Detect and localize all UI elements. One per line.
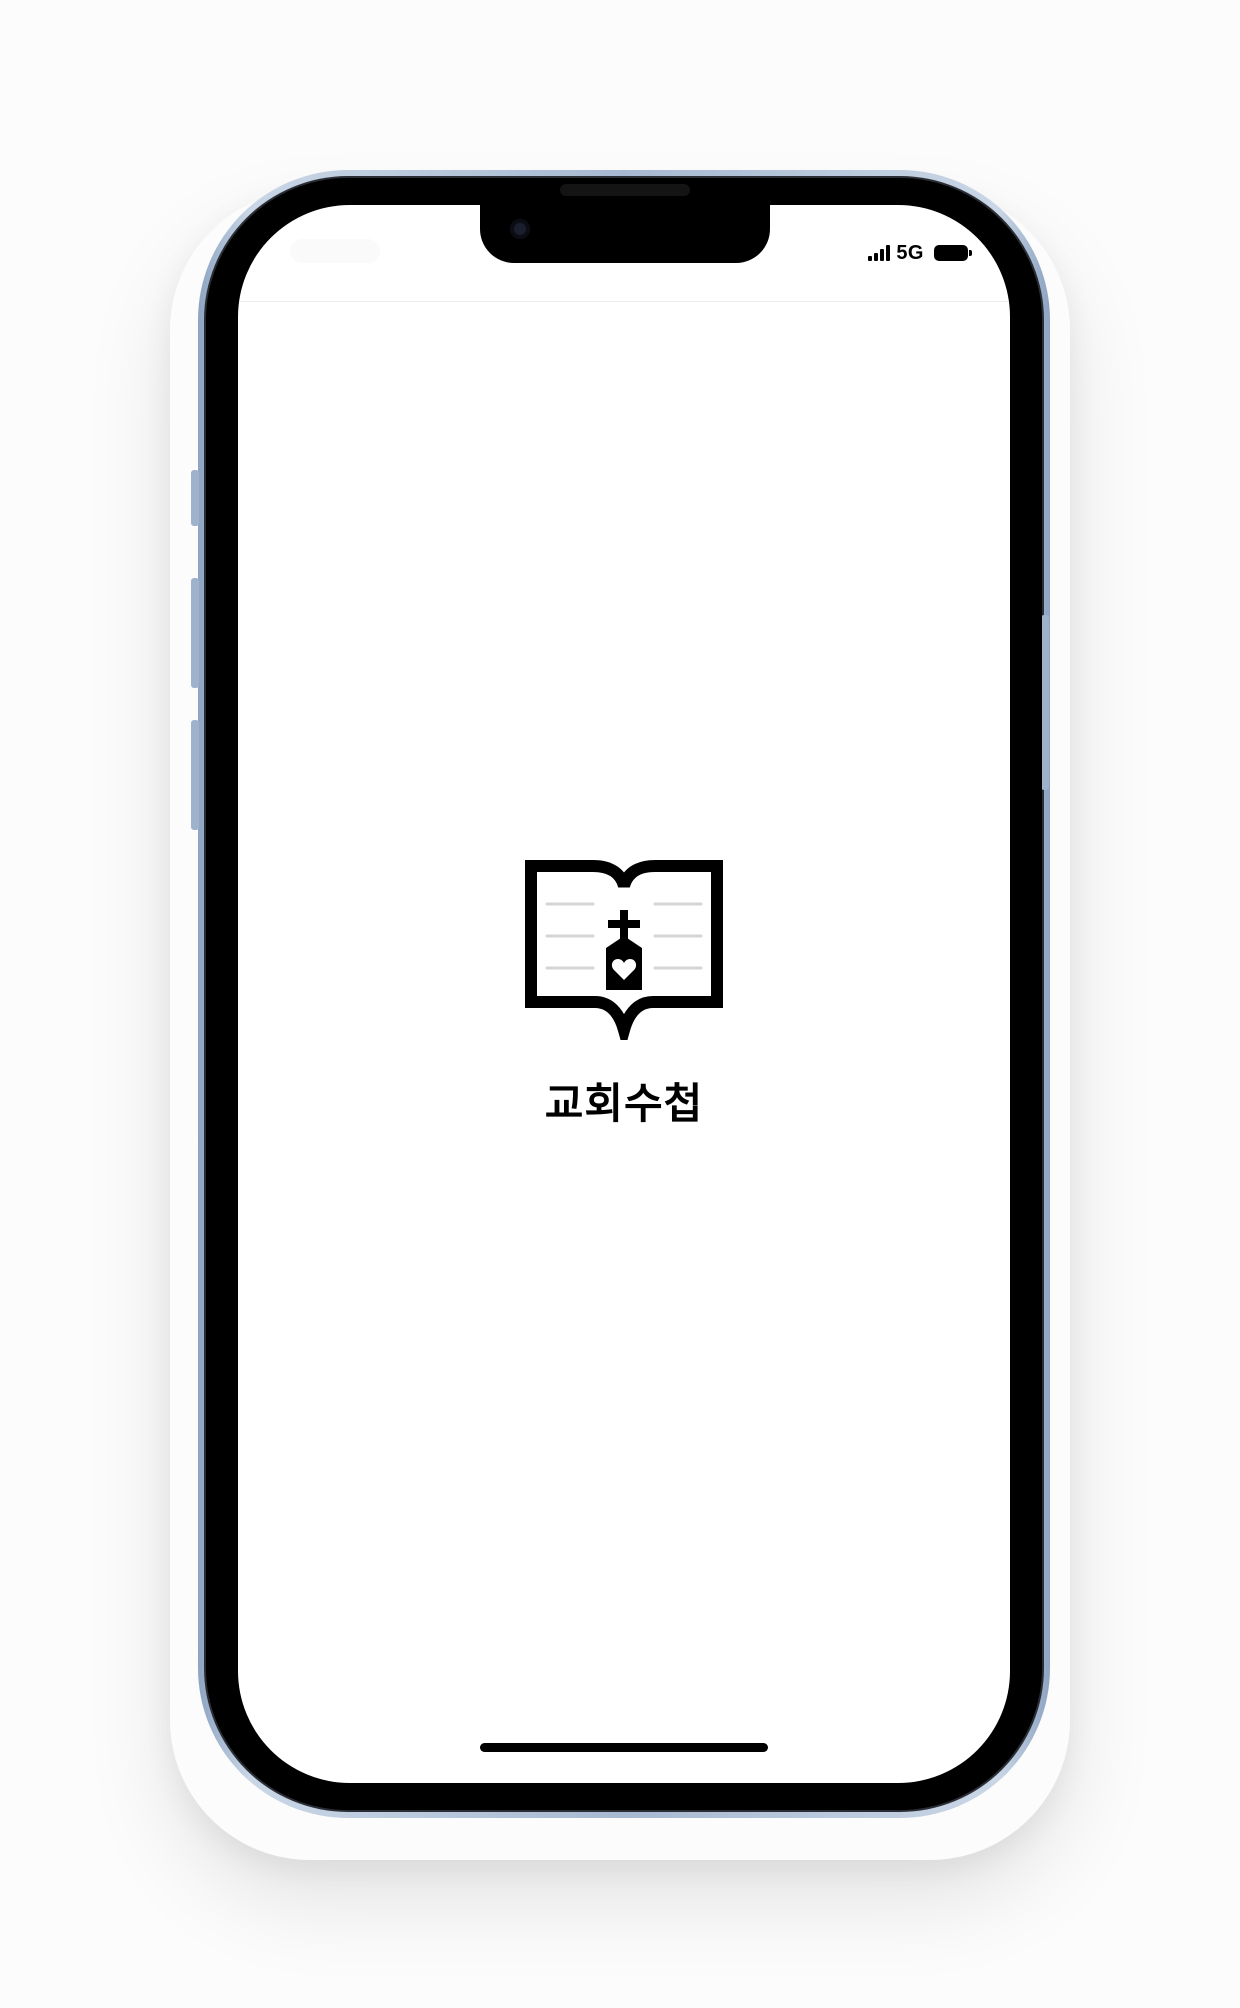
notch [480,205,770,263]
signal-icon [868,245,891,261]
volume-up-button [191,578,199,688]
phone-mockup: 교회수첩 5G [0,0,1240,2008]
power-button [1041,615,1049,790]
front-camera-icon [510,219,530,239]
status-time-placeholder [290,239,380,263]
bible-church-icon [525,860,723,1040]
status-icons: 5G [868,241,972,265]
volume-down-button [191,720,199,830]
app-name: 교회수첩 [544,1079,704,1128]
mute-switch [191,470,199,526]
phone-screen: 교회수첩 5G [238,205,1010,1783]
home-indicator[interactable] [480,1743,768,1752]
battery-icon [934,245,972,261]
earpiece-speaker [560,184,690,196]
splash-screen[interactable]: 교회수첩 [238,205,1010,1783]
network-label: 5G [896,241,924,264]
